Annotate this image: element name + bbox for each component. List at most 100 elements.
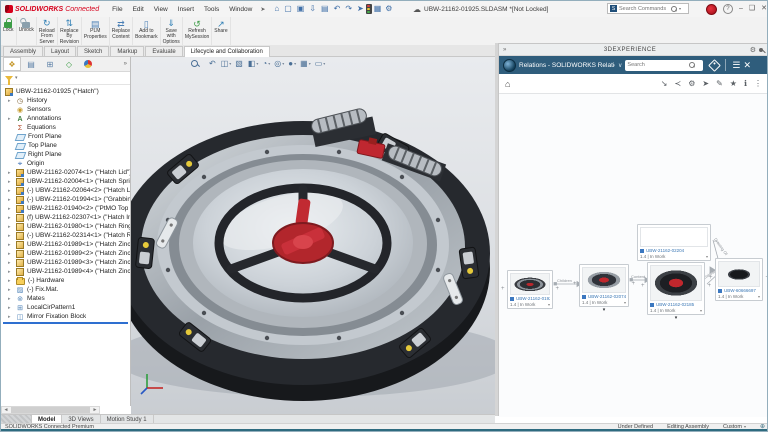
- toolbar-icon[interactable]: ➤: [355, 3, 366, 15]
- status-caret-icon[interactable]: ▾: [706, 254, 708, 259]
- tree-item[interactable]: ▸ UBW-21162-01940<2> ("PtMO Top: [1, 204, 130, 213]
- filter-caret-icon[interactable]: ▾: [15, 75, 18, 81]
- command-button[interactable]: ⇅ Replace By Revision: [58, 17, 82, 45]
- tree-item[interactable]: ▸ UBW-21162-01989<2> ("Hatch Zinc: [1, 249, 130, 258]
- command-button[interactable]: ↻ Reload From Server: [37, 17, 58, 45]
- tree-item[interactable]: ▸ LocalCirPattern1: [1, 303, 130, 312]
- widget-title-caret-icon[interactable]: ∨: [618, 62, 622, 69]
- pin-icon[interactable]: [759, 48, 763, 52]
- tab-configurations[interactable]: ⊞: [41, 57, 59, 71]
- tab-dimxpert[interactable]: ◇: [60, 57, 78, 71]
- expand-arrow-icon[interactable]: ▸: [8, 98, 14, 104]
- view-tool-icon[interactable]: [191, 60, 200, 68]
- relations-tool-icon[interactable]: ⚙: [688, 79, 695, 88]
- tree-item[interactable]: ▸ (-) Hardware: [1, 276, 130, 285]
- collapse-chevron-icon[interactable]: »: [499, 47, 510, 53]
- menu-pin-icon[interactable]: ➤: [260, 6, 265, 13]
- status-caret-icon[interactable]: ▾: [624, 300, 626, 305]
- expand-arrow-icon[interactable]: ▸: [8, 305, 14, 311]
- command-search-input[interactable]: [619, 6, 669, 12]
- relation-node[interactable]: + + UBW-60666697 1.4 | In Work ▾: [715, 258, 763, 301]
- relations-graph-canvas[interactable]: Children Content Drawing Of Children + +…: [499, 94, 768, 417]
- menu-item[interactable]: Insert: [173, 4, 199, 15]
- toolbar-icon[interactable]: ↷: [343, 3, 354, 15]
- relation-node[interactable]: + + UBW-21162-02185 1.4 | In Work ▾ ▾: [647, 262, 705, 315]
- expand-arrow-icon[interactable]: ▸: [8, 206, 14, 212]
- command-search-box[interactable]: S ▾: [607, 3, 689, 14]
- view-tool-icon[interactable]: ▦▾: [300, 59, 311, 68]
- tree-item[interactable]: ▸ (-) UBW-21162-02064<2> ("Hatch L: [1, 186, 130, 195]
- menu-item[interactable]: File: [107, 4, 127, 15]
- toolbar-icon[interactable]: ⌂: [272, 3, 281, 15]
- expand-arrow-icon[interactable]: ▸: [8, 233, 14, 239]
- search-caret-icon[interactable]: ▾: [679, 6, 681, 11]
- tree-item[interactable]: ▸ Mates: [1, 294, 130, 303]
- panel-search-box[interactable]: [625, 60, 703, 71]
- ribbon-tab[interactable]: Markup: [110, 46, 144, 56]
- relation-node[interactable]: + + UBW-21162-02074 1.4 | In Work ▾ ▾: [579, 264, 629, 307]
- 3dexperience-globe-icon[interactable]: [503, 59, 516, 72]
- ribbon-tab[interactable]: Layout: [44, 46, 76, 56]
- tree-item[interactable]: Sensors: [1, 105, 130, 114]
- status-caret-icon[interactable]: ▾: [758, 294, 760, 299]
- command-button[interactable]: Lock: [1, 17, 17, 45]
- view-tool-icon[interactable]: ↶: [209, 59, 217, 68]
- ribbon-tab[interactable]: Evaluate: [145, 46, 182, 56]
- expand-arrow-icon[interactable]: ▸: [8, 296, 14, 302]
- scroll-right-icon[interactable]: ►: [91, 407, 99, 413]
- hatch-assembly-model[interactable]: [131, 57, 495, 414]
- toolbar-icon[interactable]: ▣: [295, 3, 307, 15]
- tree-filter-row[interactable]: ▾: [1, 72, 130, 85]
- relations-tool-icon[interactable]: ✎: [716, 79, 723, 88]
- user-avatar[interactable]: [706, 4, 717, 15]
- view-tool-icon[interactable]: ▧: [235, 59, 244, 68]
- tree-item[interactable]: ▸ (f) UBW-21162-02307<1> ("Hatch In: [1, 213, 130, 222]
- panel-close-icon[interactable]: ✕: [743, 56, 751, 74]
- tree-item[interactable]: ▸ UBW-21162-02004<1> ("Hatch Spri: [1, 177, 130, 186]
- expand-handle-left[interactable]: +: [709, 275, 713, 281]
- tree-item[interactable]: ▸ (-) UBW-21162-02314<1> ("Hatch R: [1, 231, 130, 240]
- expand-children-icon[interactable]: ▾: [603, 307, 606, 313]
- relations-tool-icon[interactable]: ↘: [661, 79, 668, 88]
- menu-item[interactable]: View: [149, 4, 173, 15]
- command-button[interactable]: ↺ Refresh MySession: [183, 17, 212, 45]
- command-button[interactable]: ↗ Share: [212, 17, 230, 45]
- display-settings-icon[interactable]: ▦: [372, 3, 384, 15]
- restore-button[interactable]: ❑: [749, 1, 755, 17]
- view-tool-icon[interactable]: ◫▾: [221, 59, 232, 68]
- expand-handle-right[interactable]: +: [631, 281, 635, 287]
- tab-property-manager[interactable]: ▤: [22, 57, 40, 71]
- search-icon[interactable]: [671, 6, 677, 12]
- relation-node[interactable]: + + UBW-21162-01925 1.4 | In Work ▾: [507, 270, 553, 309]
- relations-tool-icon[interactable]: ℹ: [744, 79, 747, 88]
- expand-arrow-icon[interactable]: ▸: [8, 188, 14, 194]
- command-button[interactable]: ⇄ Replace Content: [110, 17, 133, 45]
- relations-tool-icon[interactable]: ≺: [675, 79, 682, 88]
- close-button[interactable]: ✕: [761, 1, 767, 17]
- expand-children-icon[interactable]: ▾: [675, 315, 678, 321]
- view-tool-icon[interactable]: ◧▾: [248, 59, 259, 68]
- tree-item[interactable]: ▸ (-) Fix.Mat.: [1, 285, 130, 294]
- scrollbar-thumb[interactable]: [11, 407, 90, 413]
- tree-item[interactable]: ▸ UBW-21162-02074<1> ("Hatch Lid"): [1, 168, 130, 177]
- tag-icon[interactable]: [709, 59, 722, 72]
- expand-handle-right[interactable]: +: [707, 283, 711, 289]
- expand-arrow-icon[interactable]: ▸: [8, 116, 14, 122]
- tab-display-manager[interactable]: [79, 57, 97, 71]
- expand-arrow-icon[interactable]: ▸: [8, 197, 14, 203]
- panel-search-input[interactable]: [627, 62, 687, 68]
- view-tab[interactable]: Model: [32, 415, 62, 423]
- tab-feature-tree[interactable]: ❖: [3, 57, 21, 71]
- expand-arrow-icon[interactable]: ▸: [8, 215, 14, 221]
- status-caret-icon[interactable]: ▾: [548, 302, 550, 307]
- tree-item[interactable]: ▸ Mirror Fixation Block: [1, 312, 130, 321]
- command-button[interactable]: ⇓ Save with Options: [161, 17, 183, 45]
- expand-handle-right[interactable]: +: [555, 286, 559, 292]
- status-caret-icon[interactable]: ▾: [700, 308, 702, 313]
- expand-arrow-icon[interactable]: ▸: [8, 314, 14, 320]
- filter-funnel-icon[interactable]: [5, 76, 13, 81]
- tab-overflow-chevron-icon[interactable]: »: [124, 61, 127, 67]
- command-button[interactable]: Unlock: [17, 17, 37, 45]
- toolbar-icon[interactable]: ⇩: [307, 3, 318, 15]
- expand-arrow-icon[interactable]: ▸: [8, 278, 14, 284]
